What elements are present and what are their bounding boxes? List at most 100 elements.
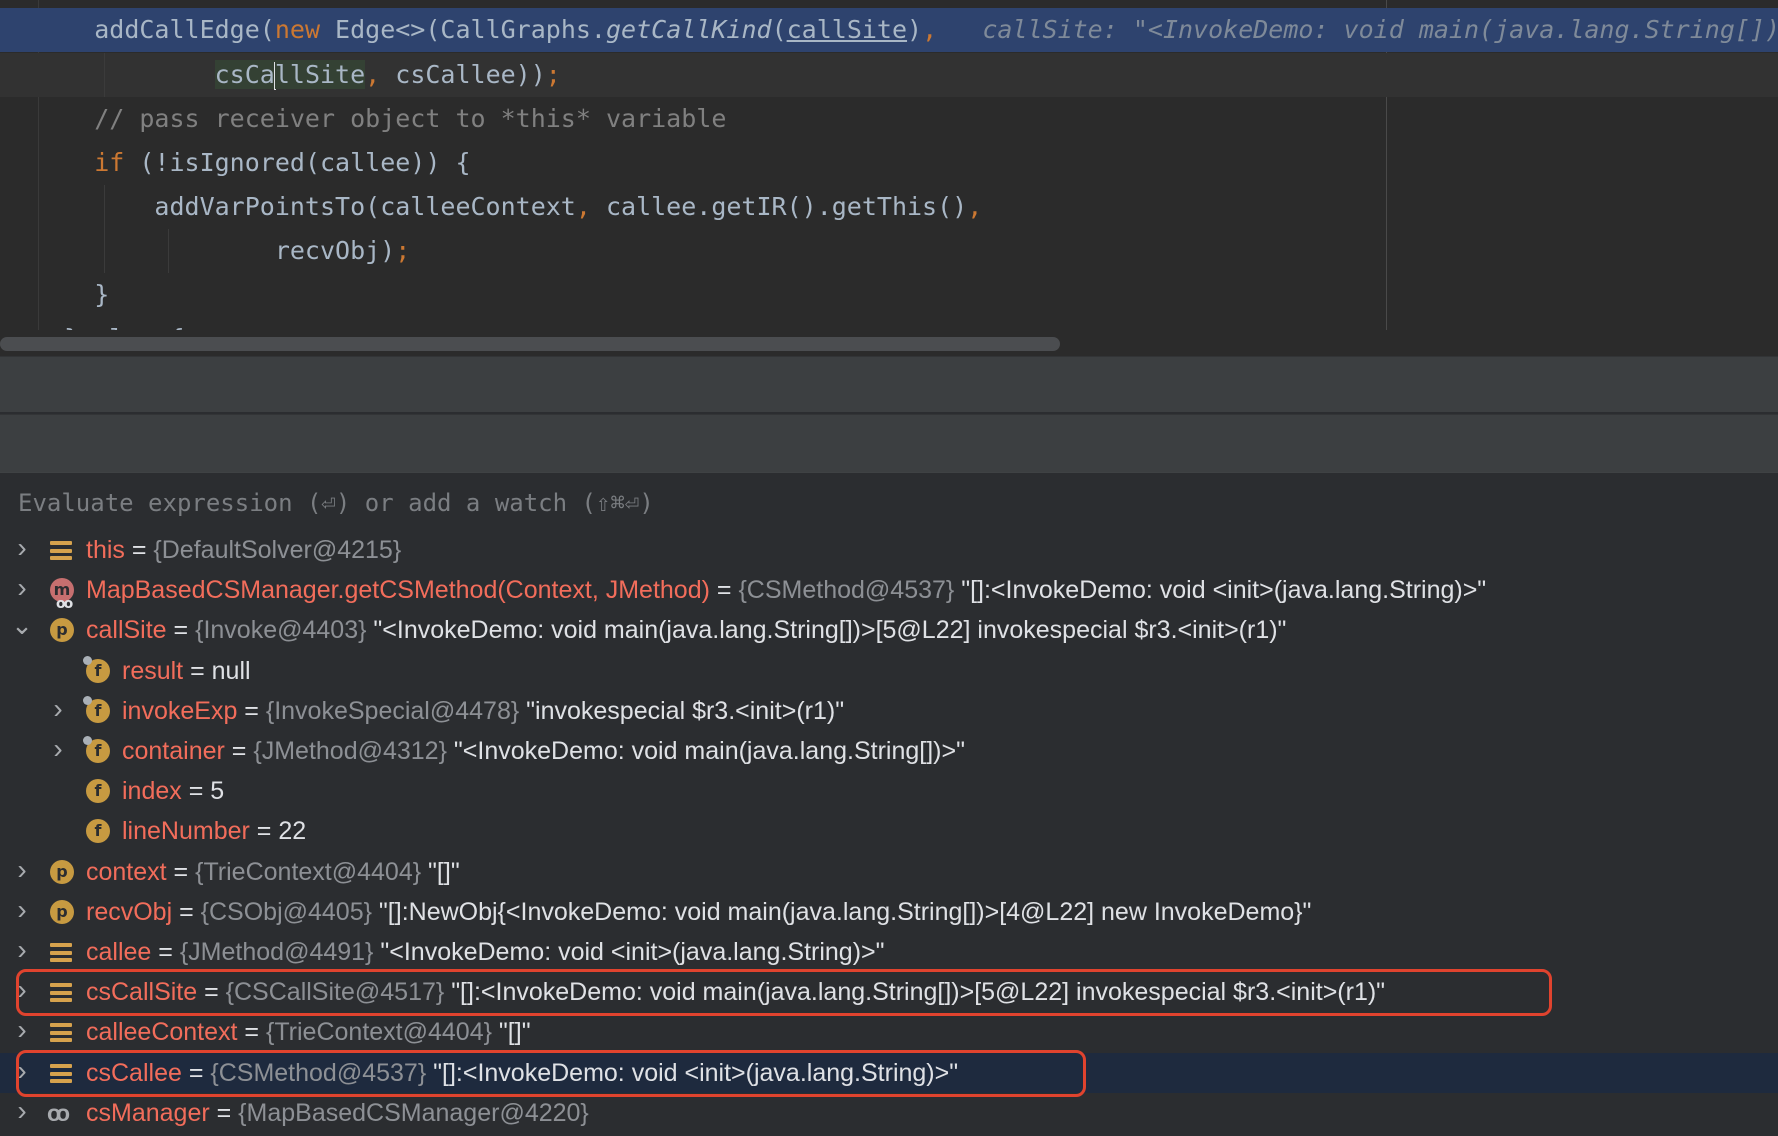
- final-field-icon: f: [83, 696, 110, 723]
- chevron-right-icon[interactable]: ›: [46, 731, 70, 771]
- variable-type: {MapBasedCSManager@4220}: [238, 1099, 589, 1127]
- code-token: }: [94, 280, 110, 309]
- variables-tree: › this = {DefaultSolver@4215} › m oo MapBased…: [0, 530, 1778, 1136]
- equals-sign: =: [249, 817, 279, 845]
- variable-text: invokeExp = {InvokeSpecial@4478} "invoke…: [122, 691, 844, 731]
- code-token: if: [94, 148, 125, 177]
- variable-type: {DefaultSolver@4215}: [153, 536, 402, 564]
- code-line-text: // pass receiver object to *this* variab…: [34, 97, 726, 141]
- variable-row[interactable]: › f container = {JMethod@4312} "<InvokeDem…: [0, 731, 1778, 771]
- variable-row[interactable]: f result = null: [0, 651, 1778, 691]
- variable-name: csManager: [86, 1099, 210, 1127]
- variable-row[interactable]: › p context = {TrieContext@4404} "[]": [0, 852, 1778, 892]
- chevron-right-icon[interactable]: ›: [10, 1012, 34, 1052]
- variable-text: calleeContext = {TrieContext@4404} "[]": [86, 1012, 531, 1052]
- code-token: ;: [545, 60, 561, 89]
- code-token: callee.getIR().getThis(): [590, 192, 968, 221]
- code-line[interactable]: addVarPointsTo(calleeContext, callee.get…: [0, 185, 1778, 229]
- variable-text: this = {DefaultSolver@4215}: [86, 530, 401, 570]
- variable-name: result: [122, 657, 184, 685]
- variable-text: context = {TrieContext@4404} "[]": [86, 852, 460, 892]
- variable-row[interactable]: f lineNumber = 22: [0, 811, 1778, 851]
- chevron-down-icon[interactable]: ⌄: [10, 610, 34, 650]
- chevron-right-icon[interactable]: ›: [10, 892, 34, 932]
- equals-sign: =: [181, 777, 211, 805]
- variable-text: MapBasedCSManager.getCSMethod(Context, J…: [86, 570, 1486, 610]
- variable-text: recvObj = {CSObj@4405} "[]:NewObj{<Invok…: [86, 892, 1311, 932]
- code-line[interactable]: if (!isIgnored(callee)) {: [0, 141, 1778, 185]
- code-line[interactable]: recvObj);: [0, 229, 1778, 273]
- equals-sign: =: [209, 1099, 239, 1127]
- equals-sign: =: [237, 1018, 266, 1046]
- code-token: (!isIgnored(callee)) {: [124, 148, 471, 177]
- variable-value: 22: [278, 817, 307, 845]
- code-editor[interactable]: addCallEdge(new Edge<>(CallGraphs.getCal…: [0, 0, 1778, 330]
- field-icon: f: [86, 779, 110, 803]
- equals-sign: =: [151, 938, 180, 966]
- parameter-icon: p: [50, 618, 74, 642]
- variable-name: MapBasedCSManager.getCSMethod(Context, J…: [86, 576, 710, 604]
- equals-sign: =: [237, 697, 266, 725]
- variable-type: {InvokeSpecial@4478}: [265, 697, 520, 725]
- variable-row[interactable]: › callee = {JMethod@4491} "<InvokeDemo: v…: [0, 932, 1778, 972]
- variable-text: callSite = {Invoke@4403} "<InvokeDemo: v…: [86, 610, 1286, 650]
- chevron-right-icon[interactable]: ›: [10, 570, 34, 610]
- variable-value: "[]:<InvokeDemo: void <init>(java.lang.S…: [961, 576, 1487, 604]
- chevron-right-icon[interactable]: ›: [10, 932, 34, 972]
- variable-name: callSite: [86, 616, 167, 644]
- variable-row[interactable]: › m oo MapBasedCSManager.getCSMethod(Contex…: [0, 570, 1778, 612]
- variable-row[interactable]: › oo csManager = {MapBasedCSManager@4220}: [0, 1093, 1778, 1133]
- code-token: ,: [365, 60, 381, 89]
- code-line[interactable]: } else {: [0, 317, 1778, 330]
- scrollbar-thumb[interactable]: [0, 337, 1060, 351]
- variable-value: "[]": [428, 858, 460, 886]
- code-line[interactable]: addCallEdge(new Edge<>(CallGraphs.getCal…: [0, 8, 1778, 52]
- variable-type: {JMethod@4312}: [253, 737, 447, 765]
- variable-name: this: [86, 536, 125, 564]
- editor-horizontal-scrollbar[interactable]: [0, 330, 1778, 356]
- chevron-right-icon[interactable]: ›: [10, 1093, 34, 1133]
- variable-row[interactable]: › f invokeExp = {InvokeSpecial@4478} "invo…: [0, 691, 1778, 731]
- variable-row[interactable]: f index = 5: [0, 771, 1778, 811]
- variable-value: "<InvokeDemo: void main(java.lang.String…: [373, 616, 1287, 644]
- code-line-text: if (!isIgnored(callee)) {: [34, 141, 471, 185]
- parameter-icon: p: [50, 900, 74, 924]
- variable-type: {JMethod@4491}: [179, 938, 374, 966]
- code-line[interactable]: }: [0, 273, 1778, 317]
- variable-name: container: [122, 737, 225, 765]
- variable-type: {CSObj@4405}: [200, 898, 372, 926]
- debugger-toolbar: [0, 356, 1778, 412]
- indent-guide: [104, 53, 105, 97]
- variable-text: container = {JMethod@4312} "<InvokeDemo:…: [122, 731, 965, 771]
- variable-name: context: [86, 858, 167, 886]
- variable-text: lineNumber = 22: [122, 811, 306, 851]
- watch-icon: oo: [47, 1100, 70, 1126]
- highlight-box: [16, 969, 1552, 1016]
- equals-sign: =: [166, 858, 196, 886]
- code-line[interactable]: csCallSite, csCallee));: [0, 53, 1778, 97]
- local-variable-icon: [50, 1023, 72, 1042]
- code-token: csCallee)): [380, 60, 546, 89]
- variable-row[interactable]: › calleeContext = {TrieContext@4404} "[]": [0, 1012, 1778, 1052]
- variable-row[interactable]: › p recvObj = {CSObj@4405} "[]:NewObj{<Inv…: [0, 892, 1778, 932]
- code-token: Edge<>(CallGraphs.: [320, 15, 606, 44]
- code-token: llSite: [274, 60, 366, 89]
- debugger-frames-bar: [0, 414, 1778, 472]
- variable-row[interactable]: ⌄ p callSite = {Invoke@4403} "<InvokeDemo:…: [0, 610, 1778, 650]
- code-line[interactable]: // pass receiver object to *this* variab…: [0, 97, 1778, 141]
- code-comment: // pass receiver object to *this* variab…: [94, 104, 727, 133]
- variable-type: {Invoke@4403}: [195, 616, 367, 644]
- evaluate-expression-input[interactable]: [16, 473, 1760, 533]
- variable-name: index: [122, 777, 182, 805]
- variable-row[interactable]: › this = {DefaultSolver@4215}: [0, 530, 1778, 570]
- equals-sign: =: [124, 536, 154, 564]
- chevron-right-icon[interactable]: ›: [10, 530, 34, 570]
- code-line-text: } else {: [34, 317, 184, 330]
- code-token: csCa: [214, 60, 275, 89]
- variable-type: {CSMethod@4537}: [738, 576, 955, 604]
- indent-guide: [104, 185, 105, 273]
- chevron-right-icon[interactable]: ›: [46, 691, 70, 731]
- equals-sign: =: [224, 737, 254, 765]
- local-variable-icon: [50, 943, 72, 962]
- chevron-right-icon[interactable]: ›: [10, 852, 34, 892]
